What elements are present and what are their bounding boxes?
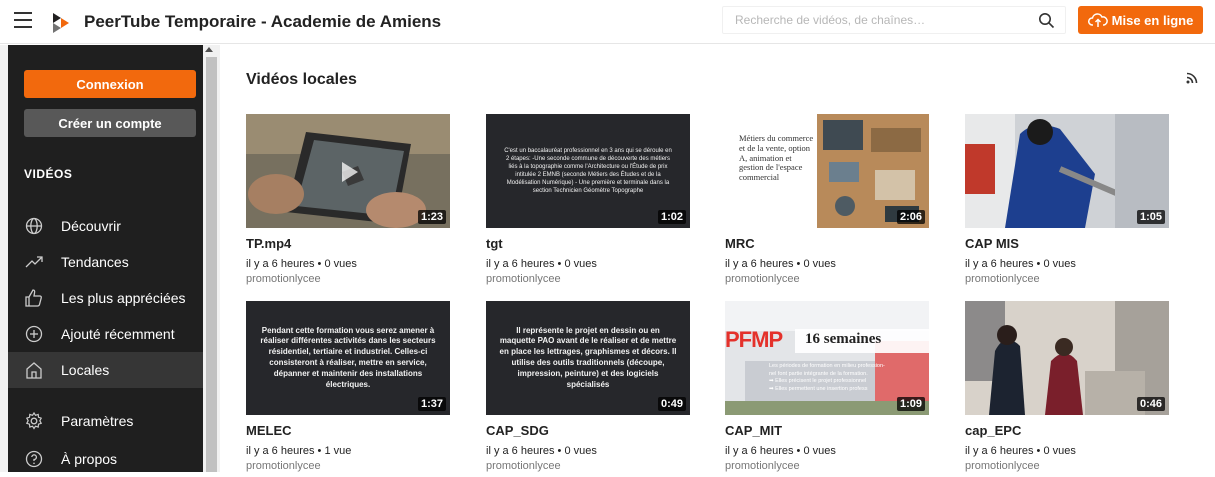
- sidebar-item-label: À propos: [61, 451, 118, 467]
- video-channel[interactable]: promotionlycee: [246, 460, 321, 472]
- video-thumbnail[interactable]: 0:46: [965, 301, 1169, 415]
- sidebar: Connexion Créer un compte VIDÉOS Découvr…: [0, 45, 220, 472]
- video-meta: il y a 6 heures • 0 vues: [725, 445, 836, 457]
- video-thumbnail[interactable]: Il représente le projet en dessin ou en …: [486, 301, 690, 415]
- peertube-logo-icon[interactable]: [50, 11, 72, 33]
- section-title-videos: VIDÉOS: [24, 167, 73, 181]
- video-meta: il y a 6 heures • 0 vues: [965, 445, 1076, 457]
- login-button[interactable]: Connexion: [24, 70, 196, 98]
- trending-icon: [25, 256, 43, 268]
- sidebar-item-label: Paramètres: [61, 413, 134, 429]
- sidebar-item-discover[interactable]: Découvrir: [8, 208, 203, 244]
- video-channel[interactable]: promotionlycee: [486, 273, 561, 285]
- sidebar-item-most-liked[interactable]: Les plus appréciées: [8, 280, 203, 316]
- video-duration: 1:05: [1136, 210, 1165, 224]
- sidebar-item-label: Découvrir: [61, 218, 121, 234]
- video-thumbnail[interactable]: Pendant cette formation vous serez amene…: [246, 301, 450, 415]
- video-meta: il y a 6 heures • 0 vues: [486, 445, 597, 457]
- video-channel[interactable]: promotionlycee: [725, 273, 800, 285]
- video-duration: 1:02: [657, 210, 686, 224]
- thumbnail-pfmp-text: PFMP: [725, 327, 783, 352]
- video-title[interactable]: CAP_MIT: [725, 423, 782, 438]
- upload-label: Mise en ligne: [1111, 12, 1194, 28]
- sidebar-item-label: Tendances: [61, 254, 129, 270]
- rss-icon[interactable]: [1186, 72, 1198, 84]
- sidebar-menu: Connexion Créer un compte VIDÉOS Découvr…: [8, 45, 203, 472]
- video-thumbnail[interactable]: PFMP 16 semaines Les périodes de formati…: [725, 301, 929, 415]
- video-title[interactable]: CAP_SDG: [486, 423, 549, 438]
- thumbnail-line: Les périodes de formation en milieu prof…: [769, 363, 885, 369]
- video-meta: il y a 6 heures • 0 vues: [725, 258, 836, 270]
- video-title[interactable]: CAP MIS: [965, 236, 1019, 251]
- video-thumbnail[interactable]: Métiers du commerce et de la vente, opti…: [725, 114, 929, 228]
- scroll-up-arrow-icon[interactable]: [205, 47, 213, 52]
- thumbnail-line: ➡ Elles permettent une insertion profess: [769, 386, 868, 393]
- upload-button[interactable]: Mise en ligne: [1078, 6, 1203, 34]
- video-duration: 1:09: [896, 397, 925, 411]
- video-channel[interactable]: promotionlycee: [486, 460, 561, 472]
- sidebar-item-label: Locales: [61, 362, 110, 378]
- thumbnail-text: C'est un baccalauréat professionnel en 3…: [504, 147, 672, 195]
- sidebar-item-label: Ajouté récemment: [61, 326, 175, 342]
- video-channel[interactable]: promotionlycee: [965, 460, 1040, 472]
- video-duration: 2:06: [896, 210, 925, 224]
- video-title[interactable]: cap_EPC: [965, 423, 1021, 438]
- upload-cloud-icon: [1087, 13, 1108, 27]
- video-channel[interactable]: promotionlycee: [246, 273, 321, 285]
- video-title[interactable]: tgt: [486, 236, 503, 251]
- thumbnail-line: nel font partie intégrante de la formati…: [769, 370, 868, 377]
- video-title[interactable]: MRC: [725, 236, 755, 251]
- video-meta: il y a 6 heures • 0 vues: [486, 258, 597, 270]
- thumbs-up-icon: [25, 289, 42, 307]
- globe-icon: [25, 217, 43, 235]
- gear-icon: [25, 411, 43, 430]
- video-thumbnail[interactable]: 1:05: [965, 114, 1169, 228]
- plus-circle-icon: [25, 325, 43, 343]
- thumbnail-lines: Les périodes de formation en milieu prof…: [769, 363, 929, 394]
- thumbnail-text: Pendant cette formation vous serez amene…: [260, 325, 436, 389]
- search-box[interactable]: [722, 6, 1066, 34]
- sidebar-item-settings[interactable]: Paramètres: [8, 403, 203, 439]
- video-thumbnail[interactable]: C'est un baccalauréat professionnel en 3…: [486, 114, 690, 228]
- thumbnail-weeks-text: 16 semaines: [805, 331, 882, 347]
- sidebar-item-label: Les plus appréciées: [61, 290, 186, 306]
- thumbnail-line: ➡ Elles précisent le projet professionne…: [769, 378, 867, 385]
- scrollbar-thumb[interactable]: [206, 57, 217, 472]
- menu-icon[interactable]: [14, 12, 32, 28]
- video-duration: 0:46: [1136, 397, 1165, 411]
- register-button[interactable]: Créer un compte: [24, 109, 196, 137]
- search-input[interactable]: [723, 7, 1023, 33]
- video-title[interactable]: MELEC: [246, 423, 292, 438]
- sidebar-item-recently-added[interactable]: Ajouté récemment: [8, 316, 203, 352]
- search-icon[interactable]: [1038, 12, 1055, 29]
- thumbnail-text: Il représente le projet en dessin ou en …: [499, 325, 677, 389]
- video-title[interactable]: TP.mp4: [246, 236, 291, 251]
- video-channel[interactable]: promotionlycee: [965, 273, 1040, 285]
- video-duration: 1:37: [417, 397, 446, 411]
- sidebar-item-local[interactable]: Locales: [8, 352, 203, 388]
- video-meta: il y a 6 heures • 0 vues: [965, 258, 1076, 270]
- video-thumbnail[interactable]: 1:23: [246, 114, 450, 228]
- page-title: Vidéos locales: [246, 71, 357, 88]
- video-duration: 0:49: [657, 397, 686, 411]
- sidebar-item-trending[interactable]: Tendances: [8, 244, 203, 280]
- video-channel[interactable]: promotionlycee: [725, 460, 800, 472]
- help-circle-icon: [25, 450, 43, 468]
- app-title[interactable]: PeerTube Temporaire - Academie de Amiens: [84, 12, 441, 32]
- home-icon: [26, 362, 42, 379]
- thumbnail-text: Métiers du commerce et de la vente, opti…: [739, 133, 814, 183]
- video-meta: il y a 6 heures • 1 vue: [246, 445, 352, 457]
- video-meta: il y a 6 heures • 0 vues: [246, 258, 357, 270]
- top-header: PeerTube Temporaire - Academie de Amiens…: [0, 0, 1215, 44]
- video-duration: 1:23: [417, 210, 446, 224]
